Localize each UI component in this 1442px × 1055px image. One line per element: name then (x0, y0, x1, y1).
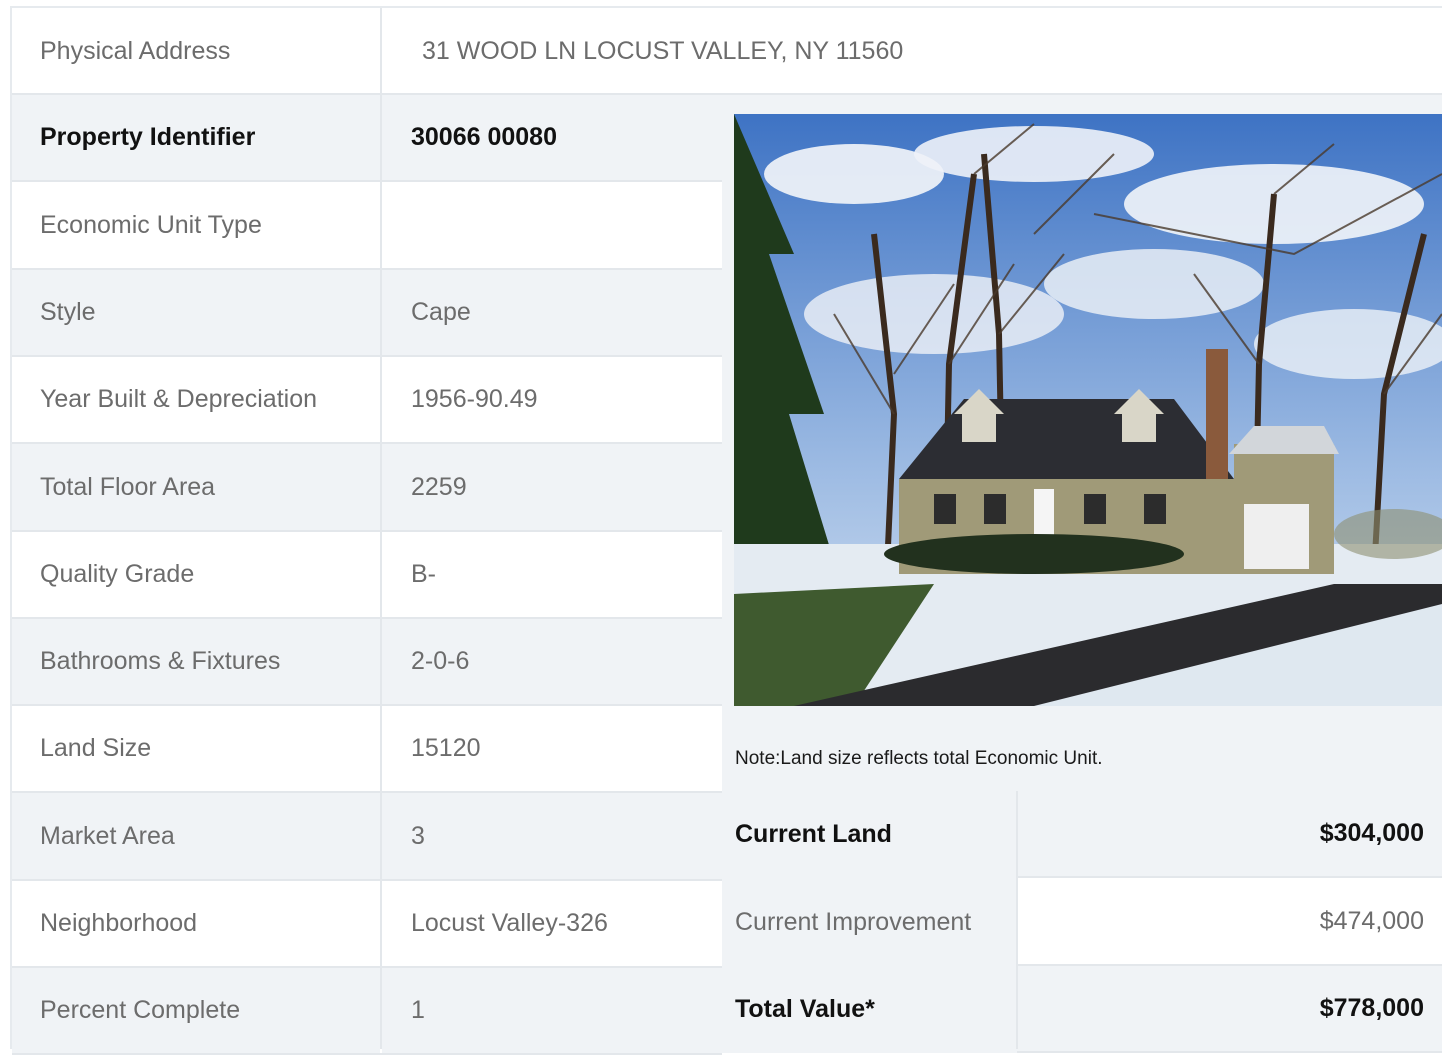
valuation-label: Total Value* (722, 966, 1017, 1053)
detail-label: Style (12, 270, 380, 355)
valuation-amount: $304,000 (1017, 791, 1442, 876)
detail-label: Property Identifier (12, 95, 380, 180)
detail-value: 2-0-6 (382, 619, 722, 704)
detail-value: 1956-90.49 (382, 357, 722, 442)
address-label: Physical Address (12, 8, 380, 94)
house-photo-icon (734, 114, 1442, 706)
detail-label: Percent Complete (12, 968, 380, 1053)
valuation-label: Current Improvement (722, 878, 1017, 966)
detail-value: 2259 (382, 444, 722, 530)
detail-value: Cape (382, 270, 722, 355)
detail-value: 1 (382, 968, 722, 1053)
row-divider (1017, 1051, 1442, 1053)
land-size-note: Note:Land size reflects total Economic U… (735, 748, 1103, 769)
detail-value: 3 (382, 793, 722, 879)
detail-label: Neighborhood (12, 881, 380, 966)
detail-label: Economic Unit Type (12, 182, 380, 268)
detail-label: Bathrooms & Fixtures (12, 619, 380, 704)
detail-value: Locust Valley-326 (382, 881, 722, 966)
detail-value: 30066 00080 (382, 95, 722, 180)
detail-label: Market Area (12, 793, 380, 879)
column-divider (1016, 791, 1018, 1049)
valuation-amount: $778,000 (1017, 966, 1442, 1051)
valuation-label: Current Land (722, 791, 1017, 878)
house-photo (734, 114, 1442, 706)
detail-label: Total Floor Area (12, 444, 380, 530)
detail-label: Year Built & Depreciation (12, 357, 380, 442)
address-value: 31 WOOD LN LOCUST VALLEY, NY 11560 (382, 8, 1442, 94)
detail-value (382, 182, 722, 268)
detail-label: Quality Grade (12, 532, 380, 617)
detail-value: B- (382, 532, 722, 617)
valuation-amount: $474,000 (1017, 878, 1442, 964)
detail-value: 15120 (382, 706, 722, 791)
detail-label: Land Size (12, 706, 380, 791)
